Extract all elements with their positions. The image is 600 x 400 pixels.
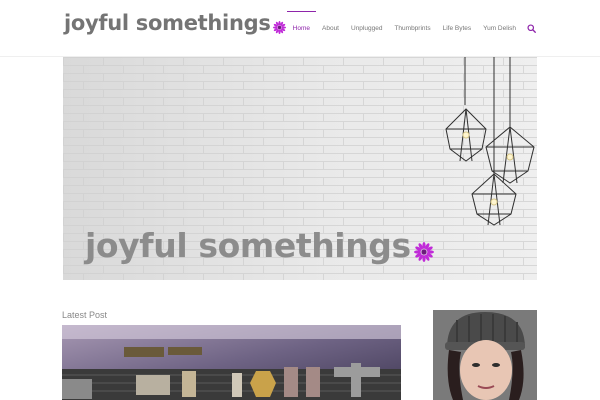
nav-item-yum-delish[interactable]: Yum Delish xyxy=(477,0,522,56)
hero-banner: joyful somethings xyxy=(63,57,537,280)
search-button[interactable] xyxy=(524,0,538,56)
latest-post-label: Latest Post xyxy=(62,310,108,320)
site-header: joyful somethings Home About Unplugged T… xyxy=(0,0,600,57)
hero-title-text: joyful somethings xyxy=(85,226,411,265)
nav-item-life-bytes[interactable]: Life Bytes xyxy=(437,0,478,56)
main-nav: Home About Unplugged Thumbprints Life By… xyxy=(286,0,538,56)
latest-post-image[interactable] xyxy=(62,325,401,400)
sidebar-profile-photo[interactable] xyxy=(433,310,537,400)
nav-item-thumbprints[interactable]: Thumbprints xyxy=(388,0,436,56)
site-logo[interactable]: joyful somethings xyxy=(64,13,286,34)
nav-item-about[interactable]: About xyxy=(316,0,345,56)
nav-item-unplugged[interactable]: Unplugged xyxy=(345,0,388,56)
search-icon xyxy=(526,23,536,33)
nav-item-home[interactable]: Home xyxy=(286,0,317,56)
logo-text: joyful somethings xyxy=(64,11,271,35)
flower-icon xyxy=(413,242,434,262)
hero-title: joyful somethings xyxy=(85,229,434,262)
flower-icon xyxy=(272,21,286,34)
